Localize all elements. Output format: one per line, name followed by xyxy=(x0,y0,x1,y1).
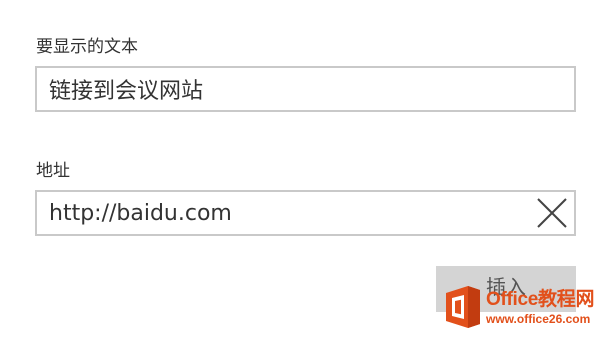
watermark-title: Office教程网 xyxy=(486,288,595,310)
watermark-url: www.office26.com xyxy=(486,311,591,326)
display-text-field-container xyxy=(35,66,576,112)
close-icon xyxy=(537,198,567,228)
insert-link-dialog: 要显示的文本 地址 插入 Office教程网 www.office26.com xyxy=(0,0,610,338)
address-field-container xyxy=(35,190,576,236)
watermark: Office教程网 www.office26.com xyxy=(442,282,606,332)
clear-address-button[interactable] xyxy=(534,196,570,230)
display-text-input[interactable] xyxy=(37,68,574,110)
office-logo-icon xyxy=(446,286,480,328)
address-label: 地址 xyxy=(36,161,70,181)
display-text-label: 要显示的文本 xyxy=(36,37,138,57)
address-input[interactable] xyxy=(37,192,574,234)
